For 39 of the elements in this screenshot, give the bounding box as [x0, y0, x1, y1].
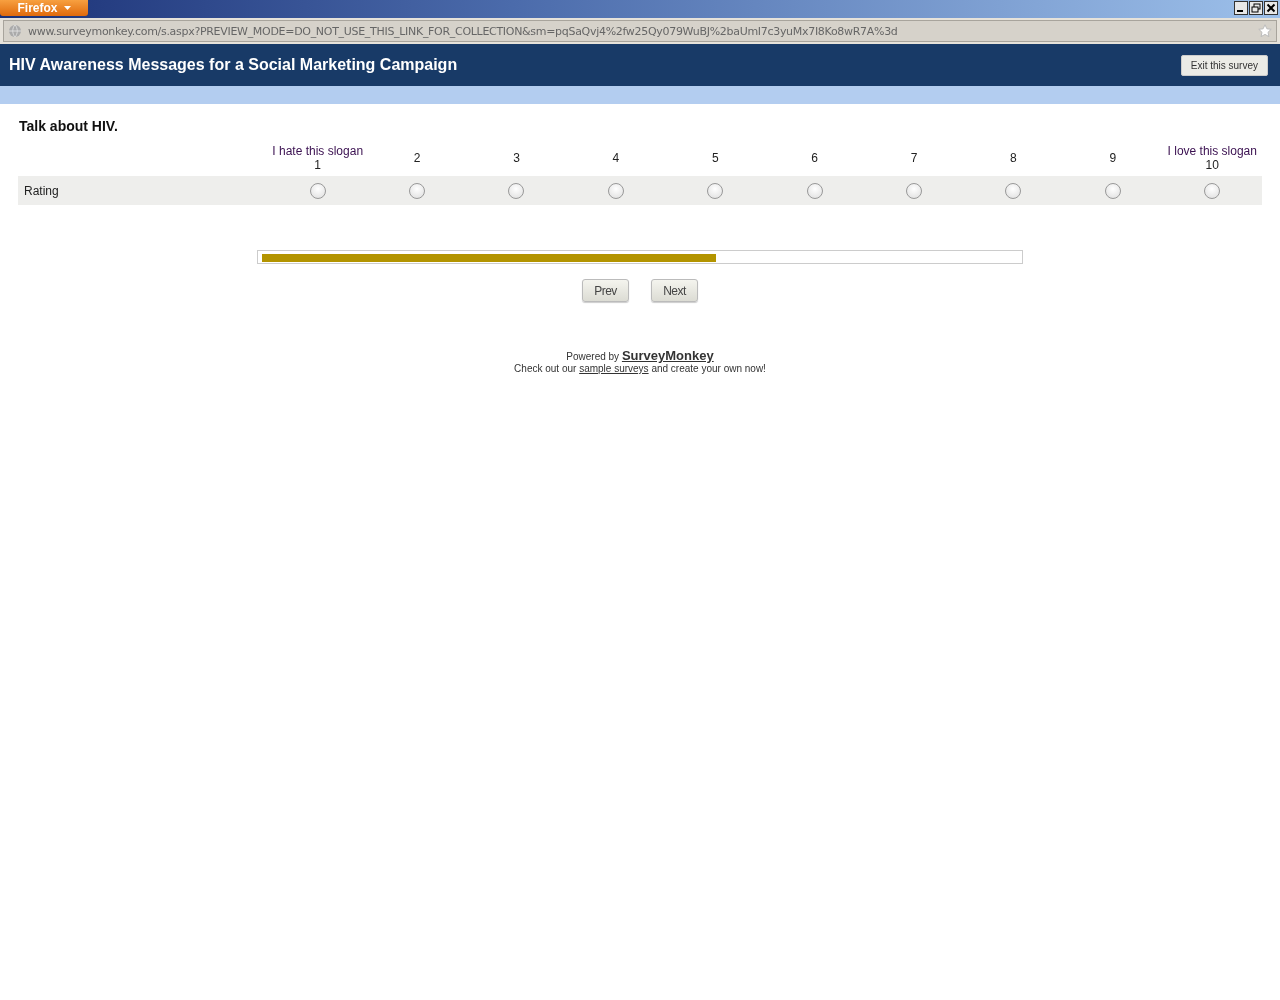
brand-link[interactable]: SurveyMonkey	[621, 348, 714, 363]
survey-title: HIV Awareness Messages for a Social Marketing Campaign	[9, 56, 458, 74]
scale-caption: I hate this slogan	[271, 143, 365, 158]
rating-radio[interactable]	[409, 183, 426, 200]
scale-number: 2	[413, 150, 421, 165]
powered-by-text: Powered by SurveyMonkey	[565, 348, 715, 363]
rating-radio[interactable]	[806, 183, 823, 200]
address-bar[interactable]: www.surveymonkey.com/s.aspx?PREVIEW_MODE=DO_NOT_USE_THIS_LINK_FOR_COLLECTION&sm=pqSaQvj4%2fw25Qy079WuBJ%2baUmI7c3yuMx7I8Ko8wR7A%3d	[3, 20, 1277, 42]
caret-icon	[63, 6, 71, 10]
minimize-icon[interactable]	[1234, 1, 1248, 15]
scale-number: 4	[612, 150, 620, 165]
scale-number: 8	[1010, 150, 1017, 165]
sample-surveys-link[interactable]: sample surveys	[579, 363, 649, 374]
close-icon[interactable]	[1264, 1, 1278, 15]
globe-icon	[8, 24, 22, 38]
scale-number: 3	[513, 150, 520, 165]
scale-number: 6	[811, 150, 818, 165]
question-title: Talk about HIV.	[19, 118, 119, 134]
rating-radio[interactable]	[309, 183, 326, 200]
promo-text: Check out our sample surveys and create your own now!	[513, 363, 767, 374]
rating-radio[interactable]	[508, 183, 525, 200]
nav-button[interactable]: Prev	[582, 279, 629, 302]
rating-radio[interactable]	[1104, 183, 1121, 200]
rating-radio[interactable]	[607, 183, 624, 200]
nav-button[interactable]: Next	[651, 279, 698, 302]
row-label: Rating	[24, 183, 59, 198]
scale-number: 5	[711, 150, 719, 165]
rating-radio[interactable]	[1204, 183, 1221, 200]
scale-number: 1	[314, 157, 322, 172]
rating-radio[interactable]	[906, 183, 923, 200]
star-icon[interactable]	[1258, 24, 1272, 38]
scale-number: 7	[910, 150, 918, 165]
scale-caption: I love this slogan	[1166, 143, 1258, 158]
exit-survey-button[interactable]: Exit this survey	[1180, 54, 1268, 76]
scale-number: 9	[1109, 150, 1117, 165]
restore-icon[interactable]	[1249, 1, 1263, 15]
rating-radio[interactable]	[1005, 183, 1022, 200]
rating-radio[interactable]	[707, 183, 724, 200]
scale-number: 10	[1205, 157, 1219, 172]
